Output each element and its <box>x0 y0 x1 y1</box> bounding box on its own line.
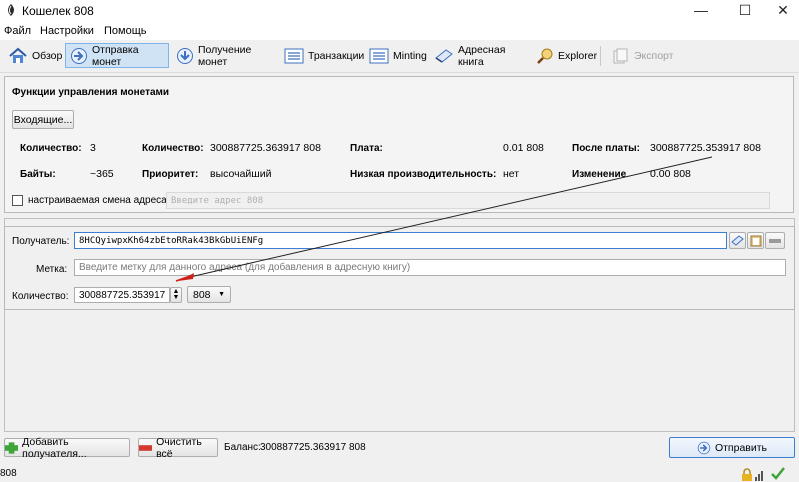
add-plus-icon <box>5 441 19 454</box>
connections-icon <box>755 471 763 481</box>
synced-checkmark-icon <box>771 467 785 480</box>
clear-all-button[interactable]: Очистить всё <box>138 435 218 460</box>
clear-icon <box>139 444 153 451</box>
balance-label: Баланс: <box>224 442 261 453</box>
send-label: Отправить <box>714 441 768 454</box>
add-recipient-button[interactable]: Добавить получателя... <box>4 435 130 460</box>
lock-icon <box>742 468 752 481</box>
clear-all-label: Очистить всё <box>156 435 202 460</box>
send-arrow-icon <box>697 441 711 454</box>
status-bar: 808 <box>0 461 799 482</box>
annotation-arrow <box>175 156 713 282</box>
balance-value: 300887725.363917 808 <box>260 442 366 453</box>
annotation-arrow-line <box>189 156 713 278</box>
send-button[interactable]: Отправить <box>669 437 795 458</box>
add-recipient-label: Добавить получателя... <box>22 435 87 460</box>
status-unit: 808 <box>0 468 17 479</box>
